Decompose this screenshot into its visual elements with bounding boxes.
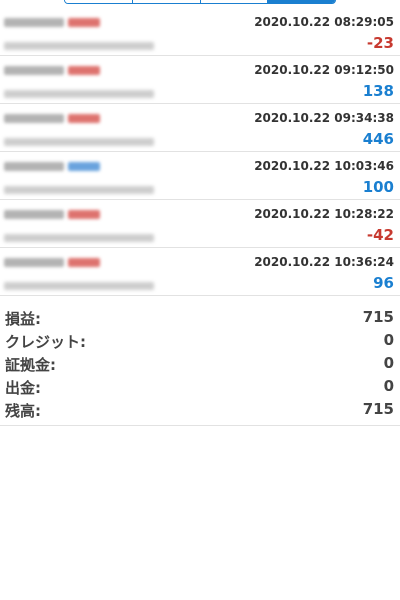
profit-value: 715 (362, 308, 394, 326)
deal-profit: 446 (362, 130, 394, 148)
blurred-sell-label (68, 18, 100, 27)
credit-value: 0 (383, 331, 394, 349)
profit-label: 損益: (5, 310, 41, 328)
blurred-prices (4, 90, 154, 98)
tab-4-active[interactable] (268, 0, 335, 3)
deal-row[interactable]: 2020.10.22 09:34:38 446 (0, 104, 400, 152)
blurred-prices (4, 138, 154, 146)
blurred-symbol (4, 18, 64, 27)
blurred-buy-label (68, 162, 100, 171)
blurred-symbol (4, 114, 64, 123)
blurred-symbol (4, 210, 64, 219)
period-tabs (64, 0, 336, 4)
summary-row-margin: 証拠金: 0 (0, 352, 400, 375)
margin-label: 証拠金: (5, 356, 56, 374)
deal-time: 2020.10.22 09:12:50 (254, 63, 394, 77)
summary-row-withdrawal: 出金: 0 (0, 375, 400, 398)
withdrawal-label: 出金: (5, 379, 41, 397)
segmented-tabs-bar (0, 0, 400, 6)
deal-time: 2020.10.22 10:36:24 (254, 255, 394, 269)
margin-value: 0 (383, 354, 394, 372)
blurred-symbol (4, 66, 64, 75)
summary-row-profit: 損益: 715 (0, 306, 400, 329)
blurred-sell-label (68, 210, 100, 219)
blurred-symbol (4, 258, 64, 267)
deal-row[interactable]: 2020.10.22 08:29:05 -23 (0, 8, 400, 56)
deal-profit: 96 (373, 274, 394, 292)
tab-3[interactable] (200, 0, 269, 3)
summary-row-credit: クレジット: 0 (0, 329, 400, 352)
summary-row-balance: 残高: 715 (0, 398, 400, 421)
deal-time: 2020.10.22 08:29:05 (254, 15, 394, 29)
deal-profit: -42 (366, 226, 394, 244)
account-summary: 損益: 715 クレジット: 0 証拠金: 0 出金: 0 残高: 715 (0, 306, 400, 426)
deal-time: 2020.10.22 10:28:22 (254, 207, 394, 221)
deal-profit: -23 (366, 34, 394, 52)
deal-row[interactable]: 2020.10.22 09:12:50 138 (0, 56, 400, 104)
deal-row[interactable]: 2020.10.22 10:28:22 -42 (0, 200, 400, 248)
balance-label: 残高: (5, 402, 41, 420)
blurred-prices (4, 186, 154, 194)
withdrawal-value: 0 (383, 377, 394, 395)
blurred-sell-label (68, 114, 100, 123)
credit-label: クレジット: (5, 333, 86, 351)
deal-list: 2020.10.22 08:29:05 -23 2020.10.22 09:12… (0, 8, 400, 296)
deal-time: 2020.10.22 09:34:38 (254, 111, 394, 125)
tab-1[interactable] (65, 0, 133, 3)
deal-profit: 100 (362, 178, 394, 196)
deal-time: 2020.10.22 10:03:46 (254, 159, 394, 173)
blurred-sell-label (68, 258, 100, 267)
deal-row[interactable]: 2020.10.22 10:36:24 96 (0, 248, 400, 296)
blurred-symbol (4, 162, 64, 171)
deal-profit: 138 (362, 82, 394, 100)
blurred-prices (4, 282, 154, 290)
deal-row[interactable]: 2020.10.22 10:03:46 100 (0, 152, 400, 200)
blurred-prices (4, 42, 154, 50)
blurred-sell-label (68, 66, 100, 75)
tab-2[interactable] (132, 0, 201, 3)
blurred-prices (4, 234, 154, 242)
balance-value: 715 (362, 400, 394, 418)
